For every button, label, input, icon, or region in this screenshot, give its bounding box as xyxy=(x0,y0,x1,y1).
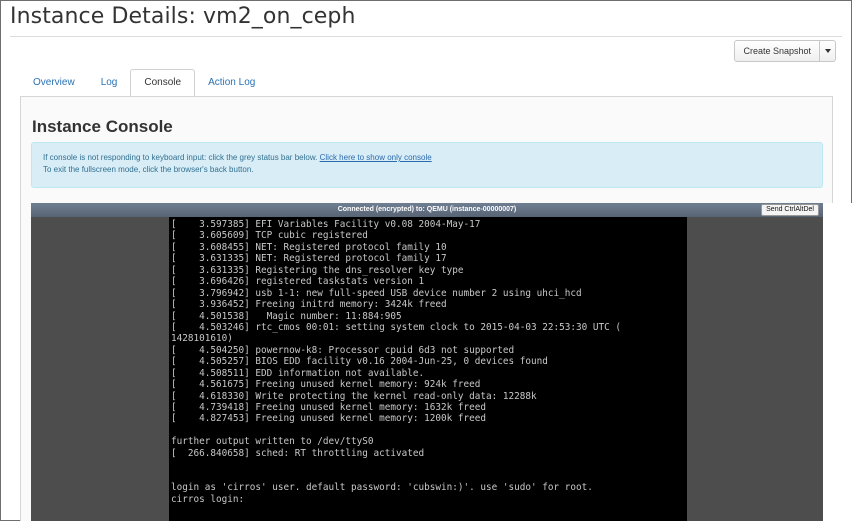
info-line-2: To exit the fullscreen mode, click the b… xyxy=(43,165,254,174)
terminal-screen[interactable]: [ 3.597385] EFI Variables Facility v0.08… xyxy=(169,217,687,521)
terminal-line: [ 3.796942] usb 1-1: new full-speed USB … xyxy=(171,287,582,299)
terminal-line: [ 4.827453] Freeing unused kernel memory… xyxy=(171,413,487,425)
tab-console[interactable]: Console xyxy=(130,69,196,97)
terminal-line: [ 3.605609] TCP cubic registered xyxy=(171,230,368,242)
instance-tabs: Overview Log Console Action Log xyxy=(20,69,268,97)
tab-log[interactable]: Log xyxy=(88,69,131,96)
title-divider xyxy=(10,36,842,37)
terminal-output: [ 3.597385] EFI Variables Facility v0.08… xyxy=(169,217,687,505)
terminal-line: [ 3.696426] registered taskstats version… xyxy=(171,276,425,288)
terminal-line: [ 3.936452] Freeing initrd memory: 3424k… xyxy=(171,299,447,311)
more-actions-button[interactable] xyxy=(820,40,836,62)
caret-down-icon xyxy=(824,49,831,53)
terminal-line: [ 4.739418] Freeing unused kernel memory… xyxy=(171,402,487,413)
console-status-text: Connected (encrypted) to: QEMU (instance… xyxy=(337,206,517,213)
terminal-line: [ 3.597385] EFI Variables Facility v0.08… xyxy=(171,219,481,230)
terminal-line: [ 266.840658] sched: RT throttling activ… xyxy=(171,447,425,459)
terminal-line: [ 4.505257] BIOS EDD facility v0.16 2004… xyxy=(171,356,548,368)
tab-overview[interactable]: Overview xyxy=(20,69,88,96)
terminal-line: [ 4.561675] Freeing unused kernel memory… xyxy=(171,379,481,391)
terminal-line: [ 4.618330] Write protecting the kernel … xyxy=(171,390,537,402)
send-ctrl-alt-del-button[interactable]: Send CtrlAltDel xyxy=(761,204,819,216)
terminal-line: login as 'cirros' user. default password… xyxy=(171,482,593,494)
show-only-console-link[interactable]: Click here to show only console xyxy=(320,153,432,162)
console-info-alert: If console is not responding to keyboard… xyxy=(31,142,823,188)
terminal-line: [ 4.501538] Magic number: 11:884:905 xyxy=(171,310,402,322)
vnc-console[interactable]: Connected (encrypted) to: QEMU (instance… xyxy=(31,203,823,521)
terminal-line: further output written to /dev/ttyS0 xyxy=(171,436,374,448)
terminal-line: [ 3.608455] NET: Registered protocol fam… xyxy=(171,241,447,253)
info-line-1-text: If console is not responding to keyboard… xyxy=(43,153,318,162)
terminal-line: [ 3.631335] Registering the dns_resolver… xyxy=(171,264,464,276)
terminal-line: [ 4.508511] EDD information not availabl… xyxy=(171,367,425,379)
snapshot-button-group: Create Snapshot xyxy=(734,40,836,62)
console-heading: Instance Console xyxy=(32,117,173,136)
info-line-1: If console is not responding to keyboard… xyxy=(43,152,811,164)
terminal-line: cirros login: xyxy=(171,493,245,505)
right-gutter xyxy=(823,203,852,521)
create-snapshot-button[interactable]: Create Snapshot xyxy=(734,40,820,62)
tab-action-log[interactable]: Action Log xyxy=(195,69,268,96)
console-status-bar[interactable]: Connected (encrypted) to: QEMU (instance… xyxy=(31,203,823,217)
terminal-line: [ 4.503246] rtc_cmos 00:01: setting syst… xyxy=(171,321,622,333)
terminal-line: 1428101610) xyxy=(171,333,233,345)
terminal-line: [ 3.631335] NET: Registered protocol fam… xyxy=(171,253,447,265)
page-title: Instance Details: vm2_on_ceph xyxy=(10,4,356,29)
terminal-line: [ 4.504250] powernow-k8: Processor cpuid… xyxy=(171,344,515,356)
